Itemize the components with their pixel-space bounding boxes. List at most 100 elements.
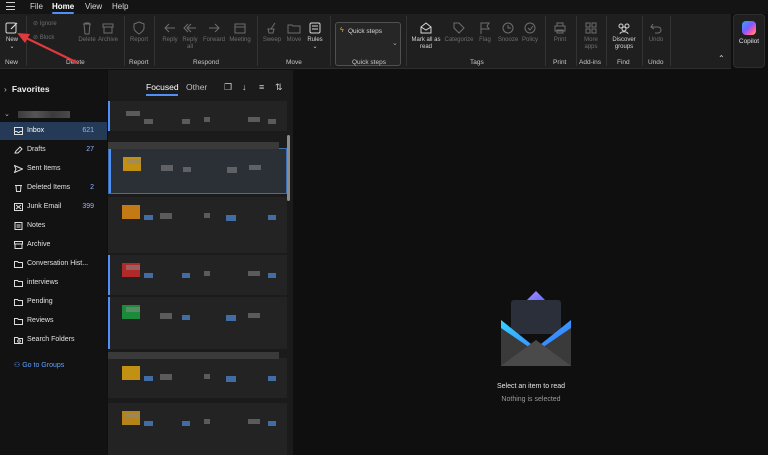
discover-label-1: Discover xyxy=(612,37,636,43)
clock-icon xyxy=(502,22,514,34)
message-list-item[interactable] xyxy=(108,255,287,295)
collapse-ribbon-chevron-icon[interactable]: ⌃ xyxy=(718,55,725,63)
sidebar-item-drafts[interactable]: Drafts 27 xyxy=(0,141,107,159)
archive-icon xyxy=(102,23,114,34)
sidebar-item-sent-items[interactable]: Sent Items xyxy=(0,160,107,178)
ignore-button[interactable]: ⊘ Ignore xyxy=(33,21,57,28)
snooze-button[interactable]: Snooze xyxy=(496,21,520,44)
reply-label: Reply xyxy=(162,37,178,43)
redacted-text xyxy=(268,215,276,220)
discover-label-2: groups xyxy=(614,44,634,50)
filter-icon[interactable]: ≡ xyxy=(259,82,264,92)
tab-other[interactable]: Other xyxy=(186,82,207,92)
sidebar-item-conversation-hist[interactable]: Conversation Hist... xyxy=(0,255,107,273)
redacted-text xyxy=(182,315,190,320)
redacted-text xyxy=(144,273,153,278)
date-group-separator xyxy=(108,142,279,149)
forward-button[interactable]: Forward xyxy=(201,21,227,44)
date-group-separator xyxy=(108,352,279,359)
sort-icon[interactable]: ⇅ xyxy=(275,82,283,93)
sweep-label: Sweep xyxy=(262,37,282,43)
groups-link-label: Go to Groups xyxy=(22,362,65,369)
menu-view[interactable]: View xyxy=(85,2,102,11)
broom-icon xyxy=(267,22,276,34)
more-apps-button[interactable]: More apps xyxy=(580,21,602,51)
archive-label: Archive xyxy=(97,37,118,43)
chevron-down-icon[interactable]: ⌄ xyxy=(392,39,398,47)
message-list-item[interactable] xyxy=(108,148,287,194)
favorites-header[interactable]: › Favorites xyxy=(4,84,50,94)
categorize-button[interactable]: Categorize xyxy=(444,21,474,44)
sidebar-item-reviews[interactable]: Reviews xyxy=(0,312,107,330)
account-header[interactable]: ⌄ xyxy=(4,110,70,118)
avatar xyxy=(122,366,140,380)
meeting-label: Meeting xyxy=(229,37,251,43)
tab-focused[interactable]: Focused xyxy=(146,82,179,92)
redacted-text xyxy=(268,421,276,426)
sidebar-item-pending[interactable]: Pending xyxy=(0,293,107,311)
message-list-item[interactable] xyxy=(108,197,287,253)
print-button[interactable]: Print xyxy=(550,21,570,44)
sidebar-item-junk-email[interactable]: Junk Email 399 xyxy=(0,198,107,216)
new-email-button[interactable]: New ⌄ xyxy=(3,21,21,51)
discover-groups-button[interactable]: Discover groups xyxy=(609,21,639,51)
message-list-item[interactable] xyxy=(108,101,287,131)
go-to-groups-link[interactable]: ⚇ Go to Groups xyxy=(14,361,64,369)
sweep-button[interactable]: Sweep xyxy=(261,21,283,44)
policy-button[interactable]: Policy xyxy=(520,21,540,44)
unread-indicator xyxy=(108,255,110,295)
sidebar-item-search-folders[interactable]: Search Folders xyxy=(0,331,107,349)
sort-direction-icon[interactable]: ↓ xyxy=(242,82,247,92)
group-label-delete: Delete xyxy=(66,59,85,66)
redacted-text xyxy=(268,376,276,381)
archive-button[interactable]: Archive xyxy=(97,21,119,44)
favorites-label: Favorites xyxy=(11,84,50,94)
redacted-text xyxy=(182,421,190,426)
select-mode-icon[interactable]: ❐ xyxy=(224,82,232,93)
message-list-item[interactable] xyxy=(108,403,287,455)
sidebar-item-archive[interactable]: Archive xyxy=(0,236,107,254)
divider xyxy=(406,16,407,66)
divider xyxy=(670,16,671,66)
block-label: Block xyxy=(39,35,55,41)
meeting-button[interactable]: Meeting xyxy=(227,21,253,44)
hamburger-menu-icon[interactable] xyxy=(6,2,15,10)
copilot-button[interactable]: Copilot xyxy=(733,14,765,68)
report-button[interactable]: Report xyxy=(128,21,150,44)
redacted-text xyxy=(204,419,210,424)
redacted-text xyxy=(144,376,153,381)
folder-move-icon xyxy=(287,24,301,34)
sidebar-item-interviews[interactable]: interviews xyxy=(0,274,107,292)
rules-button[interactable]: Rules ⌄ xyxy=(305,21,325,51)
pencil-icon xyxy=(14,146,23,154)
copilot-label: Copilot xyxy=(738,38,760,45)
flag-label: Flag xyxy=(479,37,491,43)
menu-help[interactable]: Help xyxy=(112,2,128,11)
redacted-text xyxy=(160,313,172,319)
flag-button[interactable]: Flag xyxy=(476,21,494,44)
message-list-item[interactable] xyxy=(108,358,287,398)
sidebar-item-deleted-items[interactable]: Deleted Items 2 xyxy=(0,179,107,197)
sidebar-item-notes[interactable]: Notes xyxy=(0,217,107,235)
policy-icon xyxy=(524,22,536,34)
mark-all-label-2: read xyxy=(419,44,432,50)
delete-label: Delete xyxy=(78,37,96,43)
menu-file[interactable]: File xyxy=(30,2,43,11)
undo-button[interactable]: Undo xyxy=(646,21,666,44)
move-button[interactable]: Move xyxy=(284,21,304,44)
rules-label: Rules xyxy=(307,37,323,43)
group-label-undo: Undo xyxy=(648,59,664,66)
sidebar-item-inbox[interactable]: Inbox 621 xyxy=(0,122,107,140)
send-icon xyxy=(13,164,24,174)
block-button[interactable]: ⊘ Block xyxy=(33,35,54,42)
redacted-text xyxy=(183,167,191,172)
mark-all-read-button[interactable]: Mark all as read xyxy=(409,21,443,51)
unread-count: 2 xyxy=(90,184,94,191)
delete-button[interactable]: Delete xyxy=(76,21,98,44)
group-label-quick-steps: Quick steps xyxy=(352,59,386,66)
message-list-scrollbar[interactable] xyxy=(287,135,290,201)
reply-button[interactable]: Reply xyxy=(160,21,180,44)
menu-home[interactable]: Home xyxy=(52,2,74,11)
reply-all-button[interactable]: Reply all xyxy=(180,21,200,51)
message-list-item[interactable] xyxy=(108,297,287,349)
